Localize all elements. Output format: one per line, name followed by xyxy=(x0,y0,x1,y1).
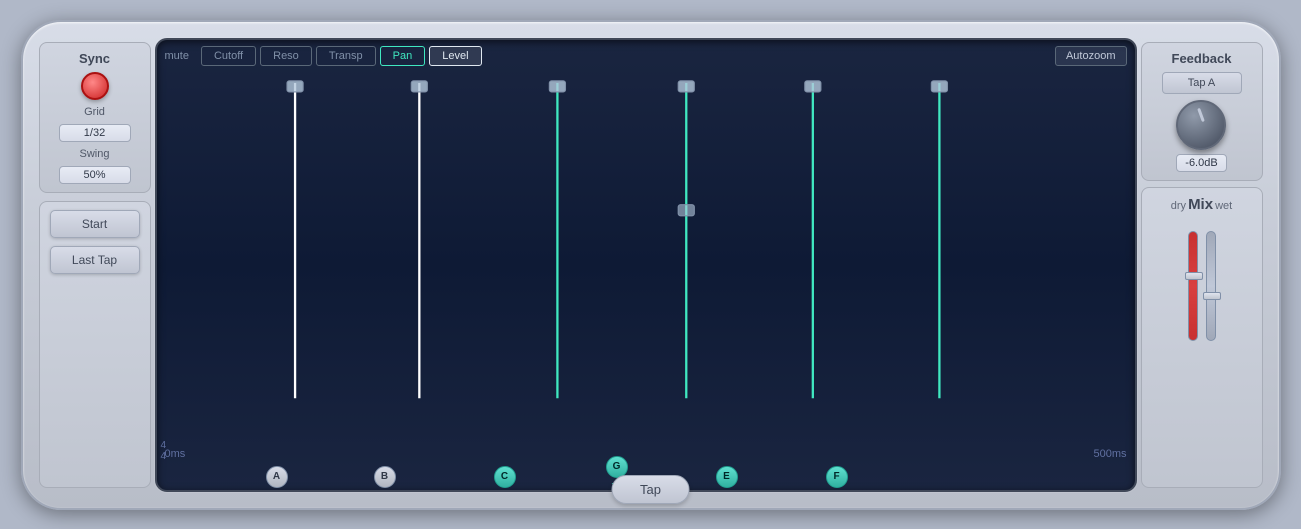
tap-button[interactable]: Tap xyxy=(611,475,690,504)
feedback-label: Feedback xyxy=(1172,51,1232,66)
last-tap-button[interactable]: Last Tap xyxy=(50,246,140,274)
mix-dry-label: dry xyxy=(1171,200,1186,212)
mix-section: dry Mix wet xyxy=(1141,187,1263,488)
tap-marker-e[interactable]: E xyxy=(716,466,738,488)
tab-cutoff[interactable]: Cutoff xyxy=(201,46,256,66)
tap-circle-c[interactable]: C xyxy=(494,466,516,488)
tap-circle-f[interactable]: F xyxy=(826,466,848,488)
feedback-value: -6.0dB xyxy=(1176,154,1226,172)
grid-label: Grid xyxy=(84,106,105,118)
tab-level[interactable]: Level xyxy=(429,46,481,66)
tap-lines-svg xyxy=(157,72,1135,448)
mix-label: Mix xyxy=(1188,196,1213,213)
sync-label: Sync xyxy=(79,51,110,66)
swing-value[interactable]: 50% xyxy=(59,166,131,184)
grid-value[interactable]: 1/32 xyxy=(59,124,131,142)
autozoom-button[interactable]: Autozoom xyxy=(1055,46,1127,66)
tap-button-container: Tap xyxy=(611,475,690,504)
tab-reso[interactable]: Reso xyxy=(260,46,312,66)
left-panel: Sync Grid 1/32 Swing 50% Start Last Tap xyxy=(35,38,155,492)
display-content xyxy=(157,72,1135,448)
time-start: 0ms xyxy=(165,448,186,460)
tap-a-button[interactable]: Tap A xyxy=(1162,72,1242,94)
knob-container: -6.0dB xyxy=(1176,100,1226,172)
device-shell: Sync Grid 1/32 Swing 50% Start Last Tap … xyxy=(21,20,1281,510)
dry-slider-thumb[interactable] xyxy=(1185,272,1203,280)
feedback-knob[interactable] xyxy=(1176,100,1226,150)
time-labels: 0ms 500ms xyxy=(157,448,1135,460)
main-display: mute Cutoff Reso Transp Pan Level Autozo… xyxy=(155,38,1137,492)
mute-label: mute xyxy=(165,50,189,62)
mix-sliders xyxy=(1188,221,1216,341)
mix-wet-label: wet xyxy=(1215,200,1232,212)
mix-label-row: dry Mix wet xyxy=(1171,196,1232,213)
display-header: mute Cutoff Reso Transp Pan Level Autozo… xyxy=(157,40,1135,72)
sync-button[interactable] xyxy=(81,72,109,100)
time-end: 500ms xyxy=(1093,448,1126,460)
tap-marker-b[interactable]: B xyxy=(374,466,396,488)
feedback-section: Feedback Tap A -6.0dB xyxy=(1141,42,1263,181)
wet-slider-thumb[interactable] xyxy=(1203,292,1221,300)
wet-slider-track[interactable] xyxy=(1206,231,1216,341)
tap-marker-f[interactable]: F xyxy=(826,466,848,488)
start-button[interactable]: Start xyxy=(50,210,140,238)
time-signature: 44 xyxy=(161,440,167,462)
tab-transp[interactable]: Transp xyxy=(316,46,376,66)
transport-section: Start Last Tap xyxy=(39,201,151,488)
dry-slider-track[interactable] xyxy=(1188,231,1198,341)
tab-pan[interactable]: Pan xyxy=(380,46,426,66)
right-panel: Feedback Tap A -6.0dB dry Mix wet xyxy=(1137,38,1267,492)
swing-label: Swing xyxy=(80,148,110,160)
tap-marker-a[interactable]: A xyxy=(266,466,288,488)
tap-circle-b[interactable]: B xyxy=(374,466,396,488)
tap-marker-c[interactable]: C xyxy=(494,466,516,488)
sync-section: Sync Grid 1/32 Swing 50% xyxy=(39,42,151,193)
tap-circle-e[interactable]: E xyxy=(716,466,738,488)
tap-circle-a[interactable]: A xyxy=(266,466,288,488)
